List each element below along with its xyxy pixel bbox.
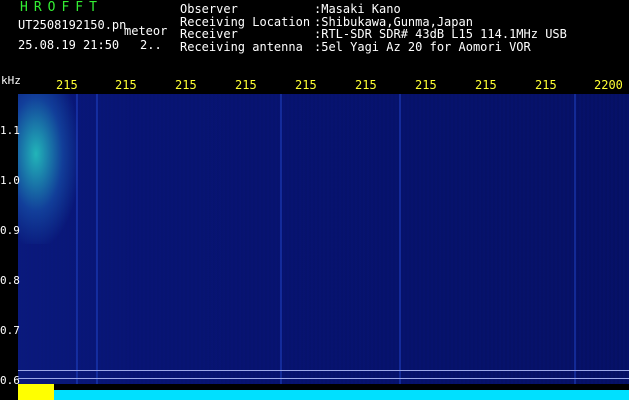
streak xyxy=(280,94,282,384)
freq-tick: 1.0 xyxy=(0,174,20,187)
time-tick: 215 xyxy=(175,78,197,92)
time-tick: 215 xyxy=(295,78,317,92)
time-tick: 215 xyxy=(115,78,137,92)
file-name: UT2508192150.pn xyxy=(18,18,127,32)
index-label: 2.. xyxy=(140,38,162,52)
info-row-antenna: Receiving antenna:5el Yagi Az 20 for Aom… xyxy=(180,39,531,54)
time-tick: 215 xyxy=(235,78,257,92)
marker-line xyxy=(18,378,629,379)
freq-tick: 1.1 xyxy=(0,124,20,137)
frequency-axis: 1.1 1.0 0.9 0.8 0.7 0.6 xyxy=(0,94,20,394)
marker-line xyxy=(18,370,629,371)
time-tick: 215 xyxy=(355,78,377,92)
freq-tick: 0.6 xyxy=(0,374,20,387)
time-tick: 215 xyxy=(415,78,437,92)
timestamp: 25.08.19 21:50 xyxy=(18,38,120,52)
signal-level-bar xyxy=(18,390,629,400)
freq-tick: 0.7 xyxy=(0,324,20,337)
level-marker xyxy=(18,384,54,400)
meteor-echo xyxy=(18,94,78,244)
waterfall-spectrogram[interactable] xyxy=(18,94,629,384)
time-ticks: 215 215 215 215 215 215 215 215 215 2200 xyxy=(0,78,629,94)
meteor-tag: meteor xyxy=(124,24,168,38)
streak xyxy=(76,94,78,384)
time-tick: 215 xyxy=(56,78,78,92)
streak xyxy=(96,94,98,384)
header: HROFFT UT2508192150.pn meteor 25.08.19 2… xyxy=(0,0,629,75)
time-tick: 2200 xyxy=(594,78,623,92)
streak xyxy=(399,94,401,384)
time-tick: 215 xyxy=(535,78,557,92)
info-row-observer: Observer:Masaki Kano xyxy=(180,2,401,16)
info-row-receiver: Receiver:RTL-SDR SDR# 43dB L15 114.1MHz … xyxy=(180,27,567,41)
freq-tick: 0.9 xyxy=(0,224,20,237)
app-logo: HROFFT xyxy=(20,0,103,15)
streak xyxy=(574,94,576,384)
time-tick: 215 xyxy=(475,78,497,92)
station-info: Observer:Masaki Kano Receiving Location:… xyxy=(180,3,567,53)
freq-tick: 0.8 xyxy=(0,274,20,287)
